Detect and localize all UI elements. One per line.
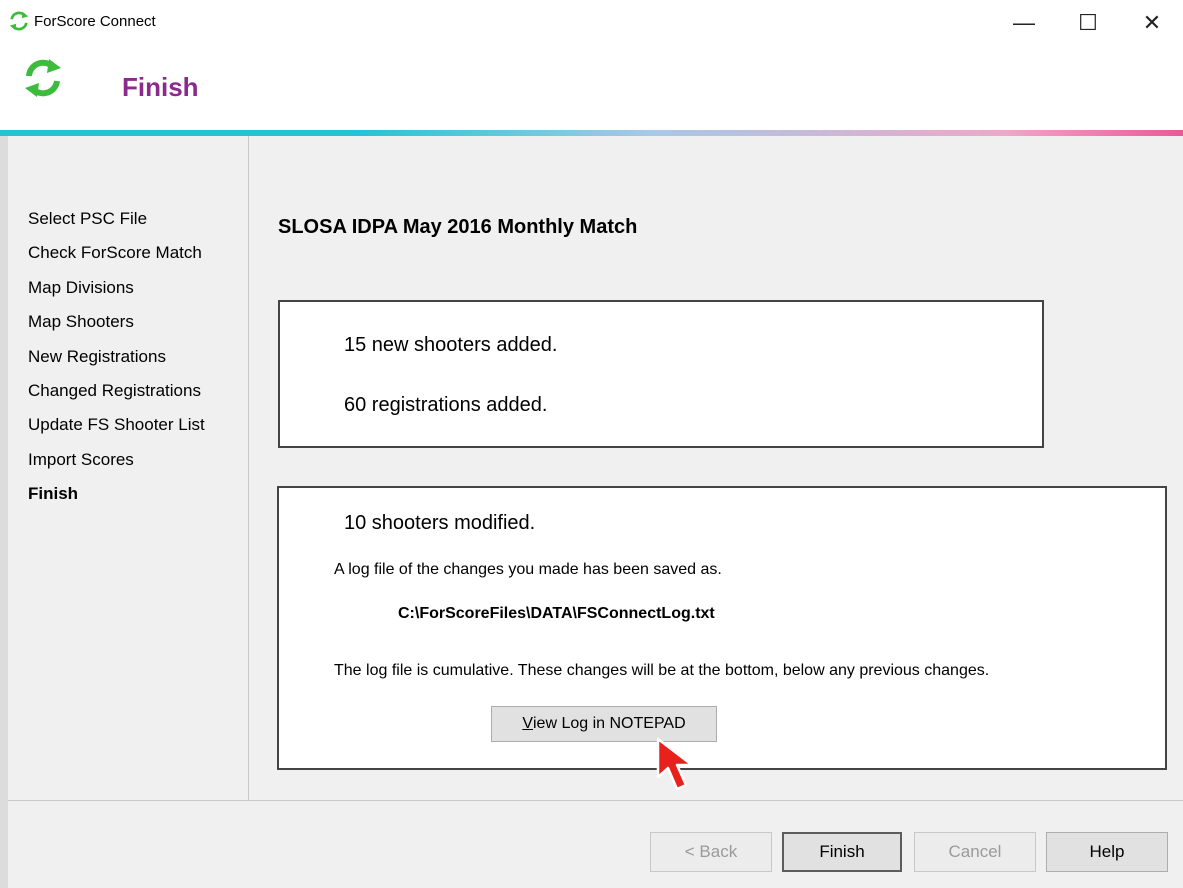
title-bar: ForScore Connect — ☐ ✕ bbox=[0, 0, 1183, 49]
close-icon: ✕ bbox=[1142, 10, 1162, 35]
log-file-path: C:\ForScoreFiles\DATA\FSConnectLog.txt bbox=[398, 605, 715, 622]
back-button[interactable]: < Back bbox=[650, 832, 772, 872]
minimize-icon: — bbox=[1013, 10, 1035, 35]
log-cumulative-text: The log file is cumulative. These change… bbox=[334, 662, 990, 679]
log-box: 10 shooters modified. A log file of the … bbox=[277, 486, 1167, 770]
wizard-steps-sidebar: Select PSC File Check ForScore Match Map… bbox=[8, 136, 249, 800]
refresh-arrows-icon bbox=[25, 59, 61, 97]
step-finish: Finish bbox=[28, 484, 79, 504]
footer-divider bbox=[8, 800, 1183, 801]
view-log-label: iew Log in NOTEPAD bbox=[533, 715, 686, 732]
step-select-psc-file: Select PSC File bbox=[28, 209, 148, 228]
finish-button[interactable]: Finish bbox=[782, 832, 902, 872]
step-import-scores: Import Scores bbox=[28, 449, 134, 469]
window-title: ForScore Connect bbox=[34, 13, 156, 30]
minimize-button[interactable]: — bbox=[1002, 6, 1046, 40]
maximize-button[interactable]: ☐ bbox=[1066, 6, 1110, 40]
wizard-header: Finish bbox=[0, 48, 1183, 130]
step-map-shooters: Map Shooters bbox=[28, 312, 134, 332]
cancel-button[interactable]: Cancel bbox=[914, 832, 1036, 872]
window-left-edge bbox=[0, 136, 8, 888]
help-button[interactable]: Help bbox=[1046, 832, 1168, 872]
match-title: SLOSA IDPA May 2016 Monthly Match bbox=[278, 216, 638, 238]
shooters-modified-text: 10 shooters modified. bbox=[344, 512, 536, 534]
close-button[interactable]: ✕ bbox=[1130, 6, 1174, 40]
new-shooters-text: 15 new shooters added. bbox=[344, 334, 558, 356]
registrations-text: 60 registrations added. bbox=[344, 394, 548, 416]
page-title: Finish bbox=[122, 72, 199, 102]
summary-box: 15 new shooters added. 60 registrations … bbox=[278, 300, 1044, 448]
log-saved-text: A log file of the changes you made has b… bbox=[334, 561, 722, 578]
step-new-registrations: New Registrations bbox=[28, 346, 166, 366]
app-refresh-icon bbox=[9, 11, 29, 31]
mouse-pointer-icon bbox=[656, 737, 694, 791]
step-check-forscore-match: Check ForScore Match bbox=[28, 243, 202, 263]
maximize-icon: ☐ bbox=[1078, 10, 1098, 35]
step-map-divisions: Map Divisions bbox=[28, 277, 134, 297]
step-changed-registrations: Changed Registrations bbox=[28, 381, 201, 401]
view-log-mnemonic: V bbox=[522, 715, 533, 732]
steps-list: Select PSC File Check ForScore Match Map… bbox=[28, 202, 205, 512]
step-update-fs-shooter-list: Update FS Shooter List bbox=[28, 415, 205, 435]
